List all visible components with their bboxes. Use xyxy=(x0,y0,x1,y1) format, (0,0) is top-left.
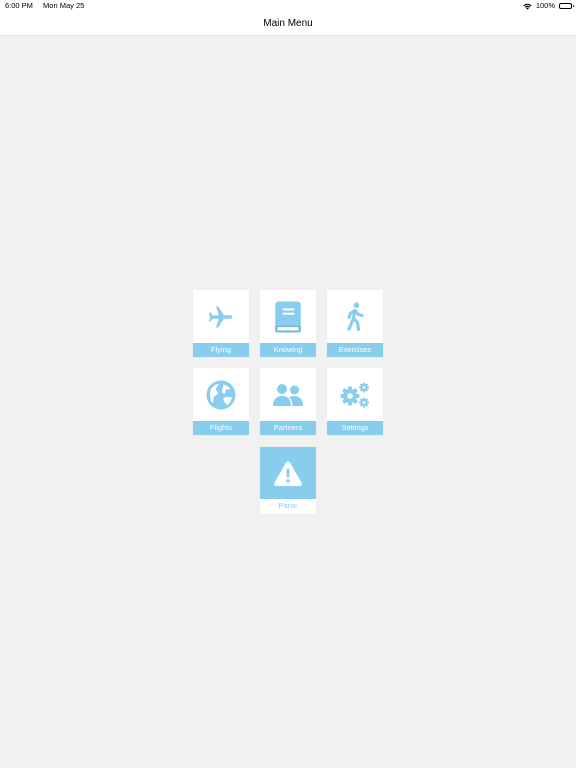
tile-icon-area xyxy=(260,447,316,499)
menu-tile-panic[interactable]: Panic xyxy=(260,447,316,514)
tile-label-knowing: Knowing xyxy=(260,343,316,357)
tile-label-panic: Panic xyxy=(260,499,316,514)
gears-icon xyxy=(339,381,371,409)
menu-tile-flying[interactable]: Flying xyxy=(193,290,249,357)
status-left: 6:00 PM Mon May 25 xyxy=(5,0,84,12)
menu-tile-exercises[interactable]: Exercises xyxy=(327,290,383,357)
tile-icon-area xyxy=(193,290,249,343)
tile-icon-area xyxy=(260,290,316,343)
tile-label-settings: Settings xyxy=(327,421,383,435)
menu-tile-flights[interactable]: Flights xyxy=(193,368,249,435)
status-date: Mon May 25 xyxy=(43,1,85,10)
menu-tile-knowing[interactable]: Knowing xyxy=(260,290,316,357)
tile-label-flights: Flights xyxy=(193,421,249,435)
page-title: Main Menu xyxy=(263,18,313,29)
tile-label-exercises: Exercises xyxy=(327,343,383,357)
warning-icon xyxy=(273,460,303,487)
people-icon xyxy=(272,382,304,408)
battery-percent: 100% xyxy=(535,1,555,10)
globe-icon xyxy=(205,379,237,411)
tile-icon-area xyxy=(193,368,249,421)
navigation-bar: Main Menu xyxy=(0,12,576,36)
book-icon xyxy=(274,301,302,333)
status-bar: 6:00 PM Mon May 25 100% xyxy=(0,0,576,12)
tile-label-flying: Flying xyxy=(193,343,249,357)
menu-tile-settings[interactable]: Settings xyxy=(327,368,383,435)
airplane-icon xyxy=(206,302,236,332)
status-time: 6:00 PM xyxy=(5,1,33,10)
tile-label-partners: Partners xyxy=(260,421,316,435)
battery-icon xyxy=(559,3,574,9)
tile-icon-area xyxy=(327,368,383,421)
status-right: 100% xyxy=(523,0,574,12)
wifi-icon xyxy=(523,3,532,10)
tile-icon-area xyxy=(260,368,316,421)
menu-tile-partners[interactable]: Partners xyxy=(260,368,316,435)
walking-person-icon xyxy=(344,301,366,332)
tile-icon-area xyxy=(327,290,383,343)
